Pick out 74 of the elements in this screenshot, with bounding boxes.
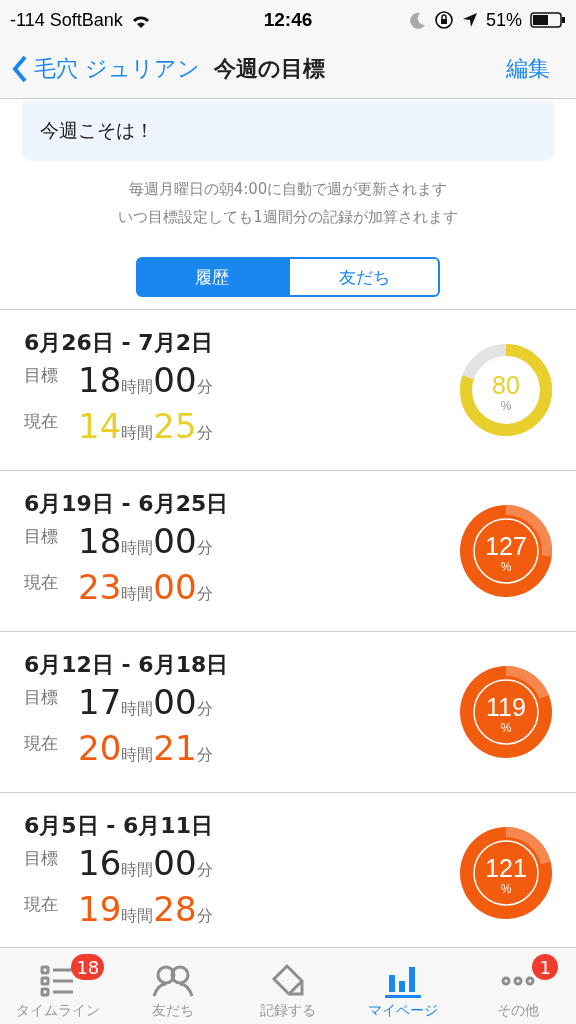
- hours-unit: 時間: [121, 377, 154, 398]
- hours-unit: 時間: [121, 584, 154, 605]
- count-badge: 18: [71, 954, 105, 980]
- minutes-unit: 分: [196, 377, 213, 398]
- clock: 12:46: [263, 9, 313, 31]
- goal-minutes: 00: [153, 360, 197, 400]
- goal-label: 目標: [24, 847, 59, 870]
- minutes-unit: 分: [196, 860, 213, 881]
- current-hours: 20: [78, 728, 122, 768]
- rotation-lock-icon: [434, 10, 454, 30]
- week-range: 6月12日 - 6月18日: [24, 651, 230, 679]
- more-icon: [500, 976, 537, 986]
- location-icon: [462, 12, 478, 28]
- current-label: 現在: [24, 732, 59, 755]
- hours-unit: 時間: [121, 745, 154, 766]
- hours-unit: 時間: [121, 538, 154, 559]
- edit-button[interactable]: 編集: [506, 54, 564, 84]
- people-icon: [151, 964, 194, 998]
- current-minutes: 25: [153, 406, 197, 446]
- segment-tab[interactable]: 友だち: [288, 257, 440, 297]
- minutes-unit: 分: [196, 584, 213, 605]
- minutes-unit: 分: [196, 745, 213, 766]
- goal-minutes: 00: [153, 521, 197, 561]
- tab-item[interactable]: タイムライン 18: [0, 948, 116, 1024]
- tab-item[interactable]: その他 1: [460, 948, 576, 1024]
- current-label: 現在: [24, 893, 59, 916]
- goal-hours: 16: [78, 843, 122, 883]
- screen-title: 今週の目標: [214, 55, 325, 83]
- count-badge: 1: [532, 954, 559, 980]
- hours-unit: 時間: [121, 699, 154, 720]
- goal-hours: 17: [78, 682, 122, 722]
- minutes-unit: 分: [196, 906, 213, 927]
- battery-percent: 51%: [486, 9, 522, 31]
- current-label: 現在: [24, 571, 59, 594]
- goal-label: 目標: [24, 686, 59, 709]
- motto-card: 今週こそは！: [22, 101, 554, 161]
- goal-minutes: 00: [153, 843, 197, 883]
- week-range: 6月5日 - 6月11日: [24, 812, 214, 840]
- back-chevron-icon: [12, 55, 28, 83]
- current-hours: 23: [78, 567, 122, 607]
- moon-icon: [410, 11, 426, 29]
- minutes-unit: 分: [196, 699, 213, 720]
- carrier: -114 SoftBank: [10, 9, 123, 31]
- week-range: 6月19日 - 6月25日: [24, 490, 230, 518]
- percent-ring: 80 %: [458, 342, 554, 438]
- minutes-unit: 分: [196, 423, 213, 444]
- notice-text: 毎週月曜日の朝4:00に自動で週が更新されます: [127, 179, 449, 200]
- hours-unit: 時間: [121, 860, 154, 881]
- goal-minutes: 00: [153, 682, 197, 722]
- bar-chart-icon: [384, 964, 423, 998]
- percent-ring: 119 %: [458, 664, 554, 760]
- notice-text: いつ目標設定しても1週間分の記録が加算されます: [117, 207, 459, 228]
- current-label: 現在: [24, 410, 59, 433]
- hours-unit: 時間: [121, 423, 154, 444]
- tab-item[interactable]: 記録する: [230, 948, 346, 1024]
- current-hours: 14: [78, 406, 122, 446]
- goal-hours: 18: [78, 360, 122, 400]
- percent-ring: 127 %: [458, 503, 554, 599]
- week-range: 6月26日 - 7月2日: [24, 329, 214, 357]
- battery-icon: [530, 12, 566, 28]
- goal-label: 目標: [24, 364, 59, 387]
- goal-hours: 18: [78, 521, 122, 561]
- percent-ring: 121 %: [458, 825, 554, 921]
- current-hours: 19: [78, 889, 122, 929]
- current-minutes: 28: [153, 889, 197, 929]
- current-minutes: 00: [153, 567, 197, 607]
- current-minutes: 21: [153, 728, 197, 768]
- minutes-unit: 分: [196, 538, 213, 559]
- tab-item[interactable]: 友だち: [115, 948, 231, 1024]
- eraser-icon: [270, 962, 306, 998]
- goal-label: 目標: [24, 525, 59, 548]
- hours-unit: 時間: [121, 906, 154, 927]
- segment-tab[interactable]: 履歴: [136, 257, 288, 297]
- tab-item[interactable]: マイページ: [345, 948, 461, 1024]
